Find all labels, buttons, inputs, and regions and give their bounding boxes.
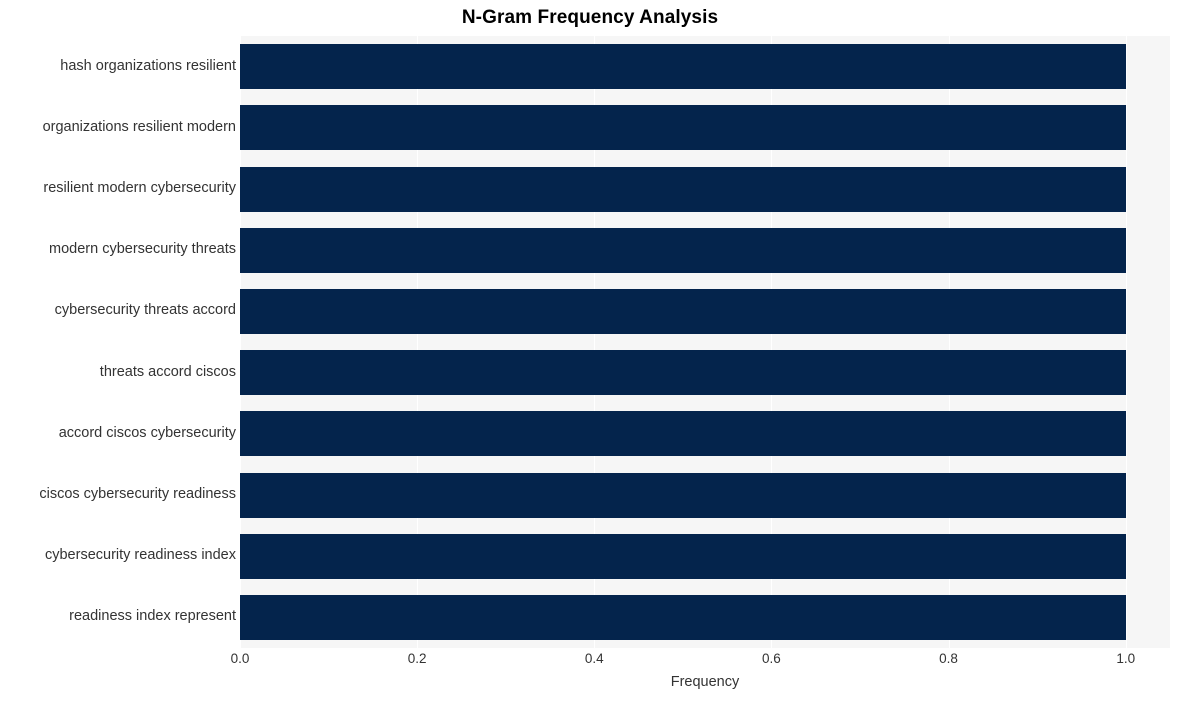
bar-row: [240, 594, 1170, 640]
x-axis-tick-label: 0.4: [584, 651, 604, 666]
x-axis-tick-labels: 0.0 0.2 0.4 0.6 0.8 1.0: [231, 651, 1170, 672]
bar: [240, 533, 1126, 579]
y-axis-tick-label: cybersecurity threats accord: [54, 302, 236, 319]
bar-row: [240, 227, 1170, 273]
x-axis-tick-label: 0.2: [407, 651, 427, 666]
bar: [240, 288, 1126, 334]
bar-row: [240, 472, 1170, 518]
bar-row: [240, 44, 1170, 90]
x-axis-tick-label: 0.6: [762, 651, 781, 666]
x-axis-title: Frequency: [670, 674, 740, 690]
y-axis-tick-label: cybersecurity readiness index: [44, 547, 236, 564]
bar-row: [240, 166, 1170, 212]
bars-container: [240, 36, 1170, 648]
plot-area: [240, 36, 1170, 648]
bar-row: [240, 288, 1170, 334]
y-axis-tick-labels: hash organizations resilient organization…: [0, 36, 236, 648]
bar: [240, 227, 1126, 273]
y-axis-tick-label: threats accord ciscos: [99, 363, 236, 380]
y-axis-tick-label: organizations resilient modern: [42, 118, 236, 135]
y-axis-tick-label: resilient modern cybersecurity: [43, 180, 236, 196]
y-axis-tick-label: readiness index represent: [69, 608, 236, 625]
bar: [240, 44, 1126, 90]
bar: [240, 166, 1126, 212]
x-axis-tick-label: 1.0: [1116, 651, 1136, 666]
bar: [240, 594, 1126, 640]
bar-row: [240, 105, 1170, 151]
bar-row: [240, 350, 1170, 396]
bar: [240, 472, 1126, 518]
bar: [240, 105, 1126, 151]
x-axis-tick-label: 0.0: [230, 651, 250, 666]
bar: [240, 411, 1126, 457]
y-axis-tick-label: accord ciscos cybersecurity: [58, 424, 236, 441]
x-axis-tick-label: 0.8: [939, 651, 958, 666]
bar: [240, 350, 1126, 396]
chart-figure: N-Gram Frequency Analysis hash organizat…: [0, 0, 1180, 701]
chart-title: N-Gram Frequency Analysis: [461, 7, 719, 28]
y-axis-tick-label: modern cybersecurity threats: [49, 241, 236, 258]
y-axis-tick-label: ciscos cybersecurity readiness: [39, 486, 236, 502]
bar-row: [240, 533, 1170, 579]
y-axis-tick-label: hash organizations resilient: [60, 57, 236, 74]
bar-row: [240, 411, 1170, 457]
